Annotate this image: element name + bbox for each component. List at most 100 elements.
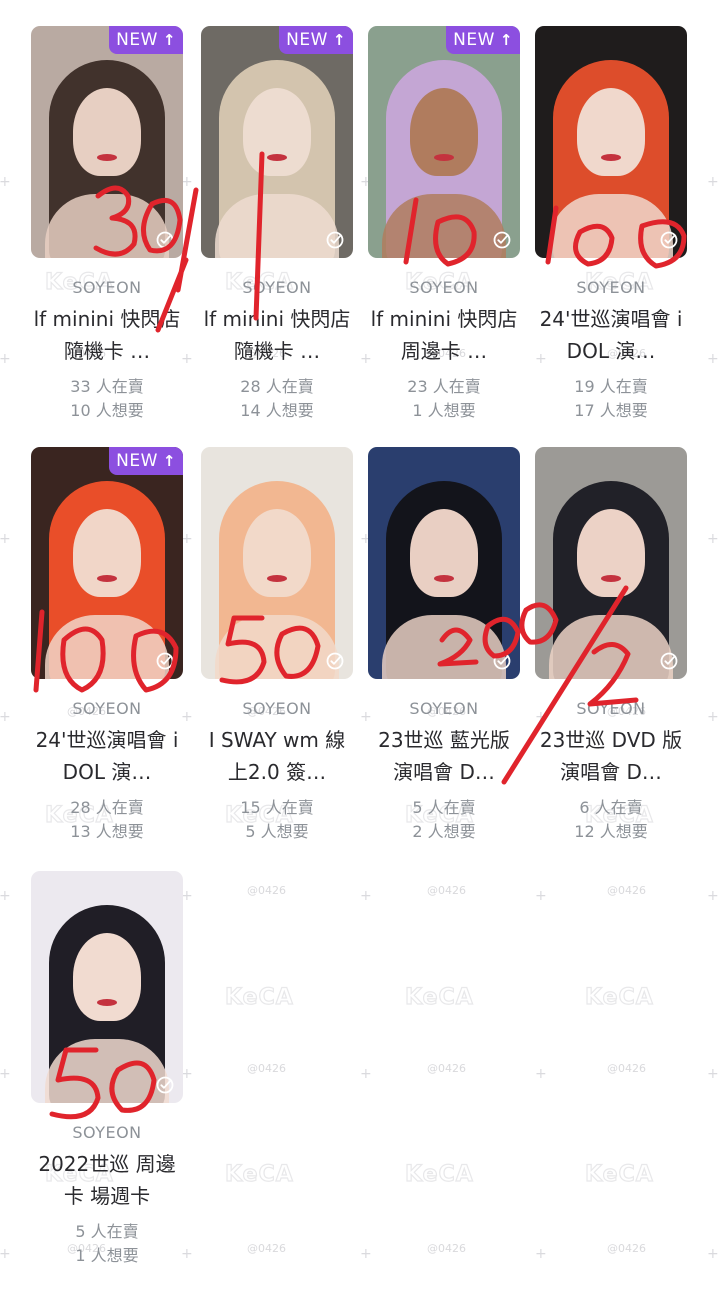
verified-check-icon [660, 652, 678, 670]
watermark-cross-icon: + [0, 1246, 11, 1262]
arrow-up-icon: ↑ [499, 31, 513, 49]
watermark-logo: KeCA [584, 984, 654, 1010]
portrait-lips [97, 999, 117, 1006]
portrait-face [410, 88, 478, 176]
photocard-item[interactable]: SOYEON 24'世巡演唱會 iDOL 演… 19 人在賣 17 人想要 [535, 26, 687, 423]
wanting-count: 17 人想要 [574, 401, 648, 420]
portrait-lips [601, 154, 621, 161]
portrait-lips [434, 154, 454, 161]
wanting-count: 5 人想要 [245, 822, 309, 841]
watermark-cross-icon: + [0, 174, 11, 190]
wanting-count: 14 人想要 [240, 401, 314, 420]
watermark-handle: @0426 [607, 1242, 646, 1255]
photocard-image[interactable]: NEW ↑ [31, 447, 183, 679]
selling-count: 5 人在賣 [75, 1222, 139, 1241]
wanting-count: 1 人想要 [75, 1246, 139, 1265]
watermark-cross-icon: + [707, 351, 718, 367]
photocard-image[interactable] [535, 26, 687, 258]
arrow-up-icon: ↑ [162, 31, 176, 49]
photocard-image[interactable]: NEW ↑ [201, 26, 353, 258]
watermark-cross-icon: + [707, 1246, 718, 1262]
watermark-cross-icon: + [707, 1066, 718, 1082]
watermark-logo: KeCA [224, 1161, 294, 1187]
photocard-image[interactable] [201, 447, 353, 679]
photocard-stats: 6 人在賣 12 人想要 [535, 796, 687, 844]
watermark-handle: @0426 [247, 884, 286, 897]
watermark-cross-icon: + [707, 888, 718, 904]
verified-check-icon [493, 231, 511, 249]
watermark-cross-icon: + [535, 888, 547, 904]
photocard-title[interactable]: 23世巡 藍光版 演唱會 D… [368, 724, 520, 788]
watermark-cross-icon: + [0, 888, 11, 904]
photocard-title[interactable]: lf minini 快閃店 隨機卡 … [31, 303, 183, 367]
selling-count: 6 人在賣 [579, 798, 643, 817]
new-badge-label: NEW [116, 30, 158, 50]
portrait-face [577, 88, 645, 176]
artist-name: SOYEON [409, 699, 479, 718]
arrow-up-icon: ↑ [332, 31, 346, 49]
watermark-cross-icon: + [0, 709, 11, 725]
photocard-image[interactable] [368, 447, 520, 679]
photocard-item[interactable]: SOYEON 23世巡 藍光版 演唱會 D… 5 人在賣 2 人想要 [368, 447, 520, 844]
photocard-title[interactable]: lf minini 快閃店 周邊卡 … [368, 303, 520, 367]
verified-check-icon [156, 1076, 174, 1094]
portrait-lips [434, 575, 454, 582]
wanting-count: 13 人想要 [70, 822, 144, 841]
photocard-image[interactable]: NEW ↑ [31, 26, 183, 258]
watermark-logo: KeCA [404, 984, 474, 1010]
selling-count: 5 人在賣 [412, 798, 476, 817]
selling-count: 19 人在賣 [574, 377, 648, 396]
photocard-image[interactable] [535, 447, 687, 679]
photocard-item[interactable]: NEW ↑ SOYEON lf minini 快閃店 隨機卡 … 28 人在賣 14 人想… [201, 26, 353, 423]
portrait-face [73, 88, 141, 176]
wanting-count: 1 人想要 [412, 401, 476, 420]
watermark-cross-icon: + [535, 1066, 547, 1082]
photocard-title[interactable]: lf minini 快閃店 隨機卡 … [201, 303, 353, 367]
photocard-stats: 5 人在賣 2 人想要 [368, 796, 520, 844]
portrait-lips [97, 575, 117, 582]
photocard-image[interactable]: NEW ↑ [368, 26, 520, 258]
new-badge-label: NEW [286, 30, 328, 50]
portrait-face [577, 509, 645, 597]
photocard-stats: 28 人在賣 14 人想要 [201, 375, 353, 423]
artist-name: SOYEON [242, 699, 312, 718]
photocard-image[interactable] [31, 871, 183, 1103]
watermark-cross-icon: + [0, 351, 11, 367]
watermark-handle: @0426 [427, 884, 466, 897]
photocard-stats: 33 人在賣 10 人想要 [31, 375, 183, 423]
watermark-cross-icon: + [0, 1066, 11, 1082]
portrait-lips [267, 575, 287, 582]
watermark-logo: KeCA [404, 1161, 474, 1187]
watermark-cross-icon: + [535, 1246, 547, 1262]
photocard-item[interactable]: NEW ↑ SOYEON lf minini 快閃店 隨機卡 … 33 人在賣 10 人想… [31, 26, 183, 423]
watermark-cross-icon: + [707, 709, 718, 725]
photocard-title[interactable]: 23世巡 DVD 版 演唱會 D… [535, 724, 687, 788]
photocard-item[interactable]: NEW ↑ SOYEON lf minini 快閃店 周邊卡 … 23 人在賣 1 人想要 [368, 26, 520, 423]
photocard-title[interactable]: 2022世巡 周邊卡 場週卡 [31, 1148, 183, 1212]
watermark-handle: @0426 [247, 1242, 286, 1255]
watermark-logo: KeCA [584, 1161, 654, 1187]
selling-count: 23 人在賣 [407, 377, 481, 396]
wanting-count: 10 人想要 [70, 401, 144, 420]
watermark-cross-icon: + [707, 531, 718, 547]
photocard-item[interactable]: SOYEON 2022世巡 周邊卡 場週卡 5 人在賣 1 人想要 [31, 871, 183, 1268]
watermark-cross-icon: + [360, 888, 372, 904]
watermark-handle: @0426 [607, 884, 646, 897]
photocard-title[interactable]: 24'世巡演唱會 iDOL 演… [31, 724, 183, 788]
photocard-item[interactable]: SOYEON I SWAY wm 線上2.0 簽… 15 人在賣 5 人想要 [201, 447, 353, 844]
portrait-face [410, 509, 478, 597]
arrow-up-icon: ↑ [162, 452, 176, 470]
photocard-item[interactable]: NEW ↑ SOYEON 24'世巡演唱會 iDOL 演… 28 人在賣 13 人想要 [31, 447, 183, 844]
watermark-handle: @0426 [247, 1062, 286, 1075]
photocard-stats: 19 人在賣 17 人想要 [535, 375, 687, 423]
photocard-title[interactable]: I SWAY wm 線上2.0 簽… [201, 724, 353, 788]
photocard-item[interactable]: SOYEON 23世巡 DVD 版 演唱會 D… 6 人在賣 12 人想要 [535, 447, 687, 844]
portrait-face [73, 509, 141, 597]
artist-name: SOYEON [72, 699, 142, 718]
photocard-title[interactable]: 24'世巡演唱會 iDOL 演… [535, 303, 687, 367]
new-badge-label: NEW [116, 451, 158, 471]
new-badge: NEW ↑ [109, 26, 183, 54]
new-badge: NEW ↑ [109, 447, 183, 475]
portrait-lips [267, 154, 287, 161]
watermark-handle: @0426 [427, 1062, 466, 1075]
